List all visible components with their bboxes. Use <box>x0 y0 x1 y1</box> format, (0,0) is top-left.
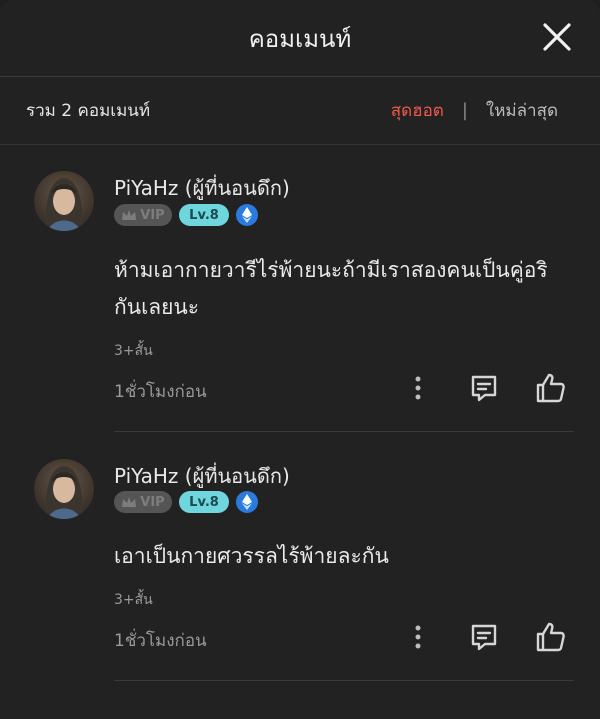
comment-time: 1ชั่วโมงก่อน <box>114 631 207 651</box>
user-badges: VIP Lv.8 <box>114 204 258 226</box>
like-button[interactable] <box>534 371 568 409</box>
ethereum-icon <box>242 207 252 223</box>
vip-label: VIP <box>140 494 165 510</box>
username[interactable]: PiYaHz (ผู้ที่นอนดึก) <box>114 172 290 204</box>
avatar[interactable] <box>34 459 94 519</box>
reply-comment-icon <box>471 375 497 402</box>
crown-icon <box>122 497 137 507</box>
thumbs-up-icon <box>536 373 565 403</box>
close-button[interactable] <box>542 22 572 52</box>
crown-icon <box>122 210 137 220</box>
sort-hot-tab[interactable]: สุดฮอต <box>391 97 444 124</box>
comment-text: ห้ามเอากายวารีไร่พ้ายนะถ้ามีเราสองคนเป็น… <box>114 258 548 319</box>
username[interactable]: PiYaHz (ผู้ที่นอนดึก) <box>114 460 290 492</box>
close-icon <box>543 23 571 51</box>
thumbs-up-icon <box>536 622 565 652</box>
level-badge: Lv.8 <box>179 491 229 513</box>
comment-count: รวม 2 คอมเมนท์ <box>26 101 151 121</box>
eth-badge <box>236 491 258 513</box>
sort-bar: รวม 2 คอมเมนท์ สุดฮอต | ใหม่ล่าสุด <box>0 77 600 145</box>
sort-separator: | <box>461 100 468 121</box>
more-options-button[interactable] <box>408 374 428 406</box>
comment-text: เอาเป็นกายศวรรลไร้พ้ายละกัน <box>114 544 389 568</box>
reply-button[interactable] <box>468 621 500 657</box>
reply-comment-icon <box>471 624 497 651</box>
vip-badge: VIP <box>114 491 172 513</box>
more-vertical-icon <box>415 625 421 649</box>
comment-time: 1ชั่วโมงก่อน <box>114 382 207 402</box>
sort-options: สุดฮอต | ใหม่ล่าสุด <box>391 97 558 124</box>
comment-divider <box>114 680 574 681</box>
comments-sheet: คอมเมนท์ รวม 2 คอมเมนท์ สุดฮอต | ใหม่ล่า… <box>0 0 600 719</box>
avatar[interactable] <box>34 171 94 231</box>
sheet-header: คอมเมนท์ <box>0 0 600 77</box>
like-button[interactable] <box>534 620 568 658</box>
eth-badge <box>236 204 258 226</box>
more-vertical-icon <box>415 376 421 400</box>
comment-divider <box>114 431 574 432</box>
sort-newest-tab[interactable]: ใหม่ล่าสุด <box>486 97 558 124</box>
sheet-title: คอมเมนท์ <box>248 24 352 53</box>
user-badges: VIP Lv.8 <box>114 491 258 513</box>
more-options-button[interactable] <box>408 623 428 655</box>
reply-button[interactable] <box>468 372 500 408</box>
comment-more[interactable]: 3+สั้น <box>114 589 153 611</box>
vip-label: VIP <box>140 207 165 223</box>
level-badge: Lv.8 <box>179 204 229 226</box>
ethereum-icon <box>242 494 252 510</box>
comment-more[interactable]: 3+สั้น <box>114 340 153 362</box>
vip-badge: VIP <box>114 204 172 226</box>
